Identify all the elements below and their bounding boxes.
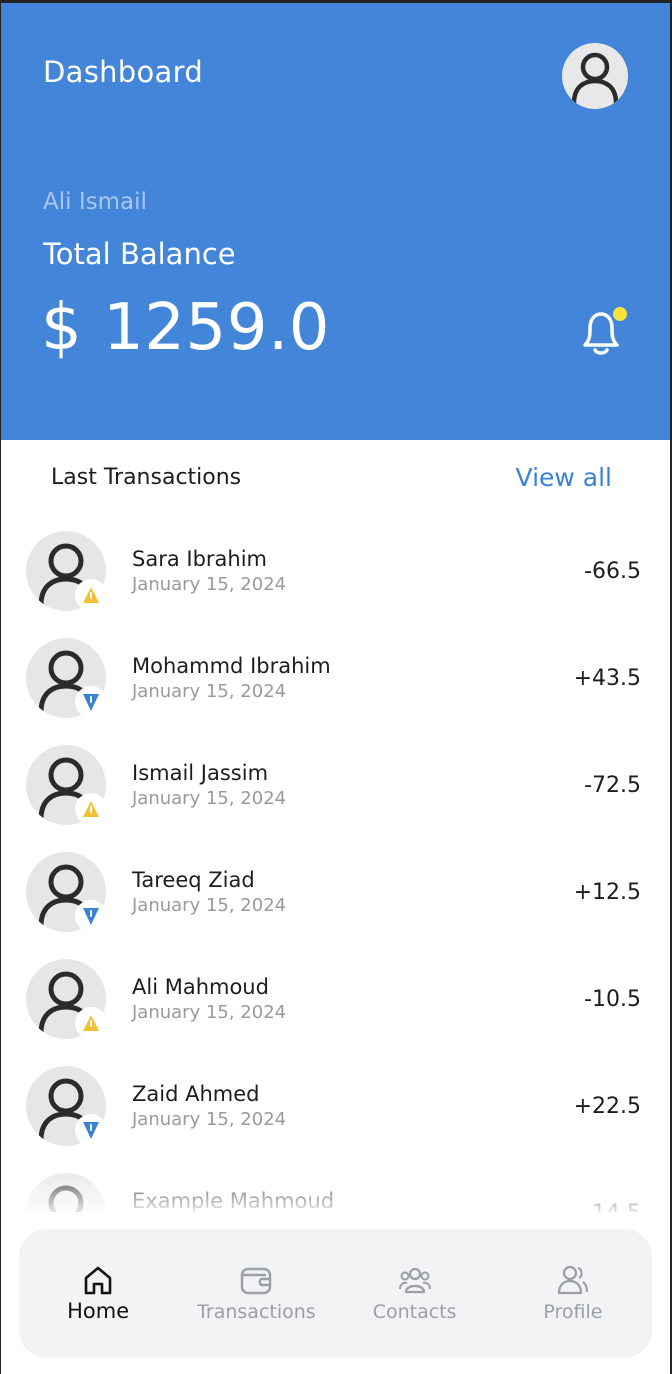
home-icon bbox=[80, 1262, 116, 1298]
sent-arrow-icon bbox=[75, 579, 107, 611]
bottom-navigation: Home Transactions Contacts Profile bbox=[19, 1229, 652, 1358]
profile-icon bbox=[555, 1262, 591, 1298]
page-title: Dashboard bbox=[43, 55, 204, 89]
transaction-name: Ali Mahmoud bbox=[132, 975, 269, 999]
transaction-date: January 15, 2024 bbox=[132, 574, 287, 595]
transaction-amount: -10.5 bbox=[584, 987, 641, 1012]
transaction-name: Tareeq Ziad bbox=[132, 868, 255, 892]
sent-arrow-icon bbox=[75, 1007, 107, 1039]
balance-header: Dashboard Ali Ismail Total Balance $ 125… bbox=[1, 3, 670, 440]
nav-label: Transactions bbox=[197, 1301, 316, 1323]
nav-contacts[interactable]: Contacts bbox=[336, 1229, 494, 1358]
nav-label: Profile bbox=[543, 1301, 603, 1323]
nav-profile[interactable]: Profile bbox=[494, 1229, 652, 1358]
view-all-link[interactable]: View all bbox=[516, 463, 612, 492]
transaction-date: January 15, 2024 bbox=[132, 1002, 287, 1023]
transaction-amount: -66.5 bbox=[584, 559, 641, 584]
transaction-row[interactable]: Ismail Jassim January 15, 2024 -72.5 bbox=[1, 738, 670, 845]
nav-label: Home bbox=[67, 1299, 130, 1323]
transaction-amount: +43.5 bbox=[573, 666, 641, 691]
account-owner-name: Ali Ismail bbox=[43, 189, 147, 215]
notifications-button[interactable] bbox=[577, 303, 629, 359]
transaction-row[interactable]: Mohammd Ibrahim January 15, 2024 +43.5 bbox=[1, 631, 670, 738]
user-avatar[interactable] bbox=[562, 43, 628, 109]
transaction-name: Zaid Ahmed bbox=[132, 1082, 260, 1106]
transaction-date: January 15, 2024 bbox=[132, 788, 287, 809]
notification-dot bbox=[613, 307, 627, 321]
transaction-name: Ismail Jassim bbox=[132, 761, 269, 785]
wallet-icon bbox=[238, 1262, 274, 1298]
transaction-date: January 15, 2024 bbox=[132, 681, 287, 702]
nav-home[interactable]: Home bbox=[19, 1229, 177, 1358]
transaction-row[interactable]: Zaid Ahmed January 15, 2024 +22.5 bbox=[1, 1059, 670, 1166]
transactions-list: Sara Ibrahim January 15, 2024 -66.5 Mohammd… bbox=[1, 524, 670, 1212]
transaction-amount: +22.5 bbox=[573, 1094, 641, 1119]
transaction-row[interactable]: Tareeq Ziad January 15, 2024 +12.5 bbox=[1, 845, 670, 952]
nav-label: Contacts bbox=[372, 1301, 457, 1323]
sent-arrow-icon bbox=[75, 793, 107, 825]
nav-transactions[interactable]: Transactions bbox=[177, 1229, 335, 1358]
transaction-name: Mohammd Ibrahim bbox=[132, 654, 331, 678]
received-arrow-icon bbox=[75, 686, 107, 718]
transaction-date: January 15, 2024 bbox=[132, 895, 287, 916]
transaction-row[interactable]: Ali Mahmoud January 15, 2024 -10.5 bbox=[1, 952, 670, 1059]
total-balance-label: Total Balance bbox=[43, 237, 236, 271]
dashboard-screen: Dashboard Ali Ismail Total Balance $ 125… bbox=[0, 0, 672, 1374]
transaction-amount: +12.5 bbox=[573, 880, 641, 905]
transaction-row[interactable]: Sara Ibrahim January 15, 2024 -66.5 bbox=[1, 524, 670, 631]
transaction-amount: -72.5 bbox=[584, 773, 641, 798]
transaction-name: Sara Ibrahim bbox=[132, 547, 268, 571]
received-arrow-icon bbox=[75, 1114, 107, 1146]
contacts-icon bbox=[397, 1262, 433, 1298]
received-arrow-icon bbox=[75, 900, 107, 932]
bell-icon bbox=[583, 307, 627, 355]
user-avatar-icon bbox=[571, 52, 619, 106]
section-title: Last Transactions bbox=[51, 465, 242, 490]
list-fade bbox=[1, 1160, 670, 1216]
transaction-date: January 15, 2024 bbox=[132, 1109, 287, 1130]
total-balance-amount: $ 1259.0 bbox=[41, 291, 330, 365]
